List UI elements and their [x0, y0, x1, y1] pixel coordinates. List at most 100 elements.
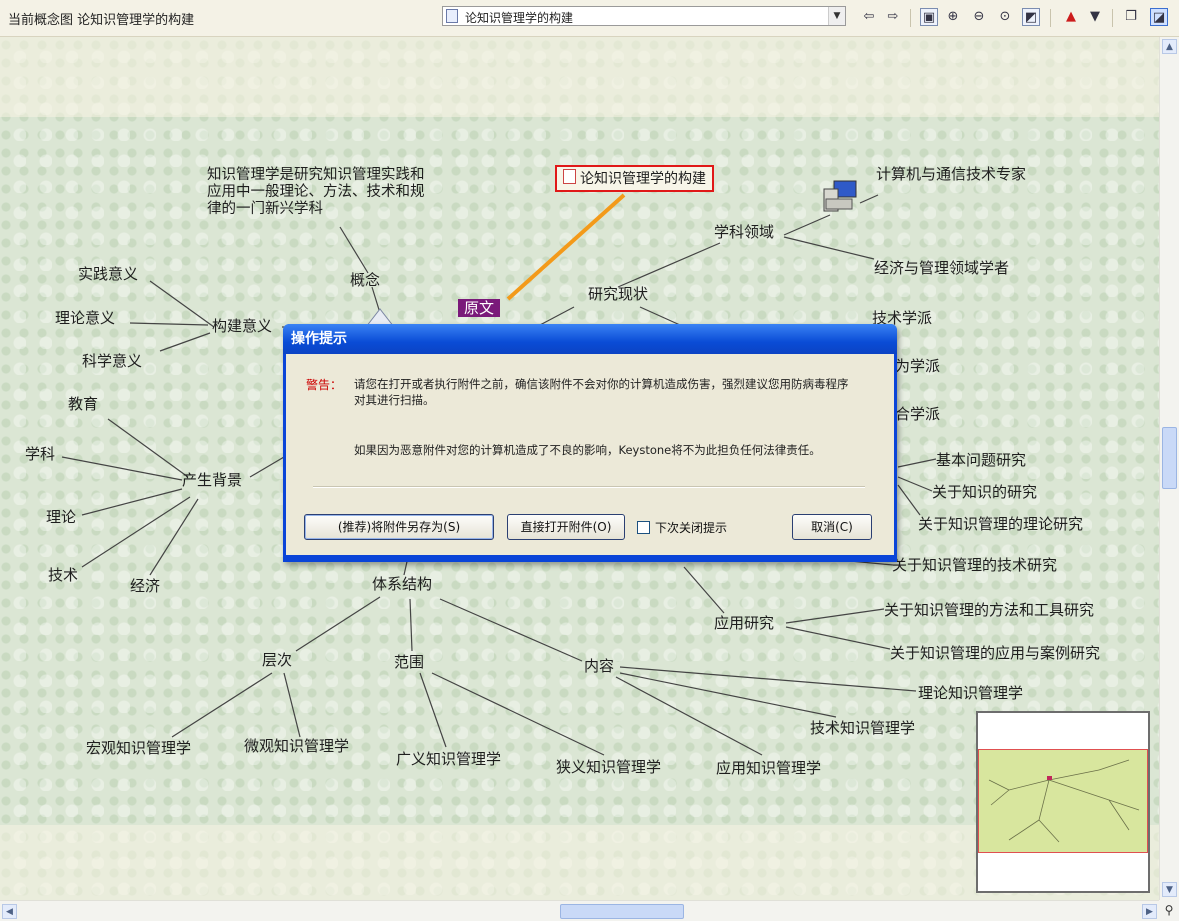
horizontal-scrollbar[interactable]: ◀ ▶	[0, 900, 1159, 921]
field-node[interactable]: 学科领域	[714, 223, 774, 241]
field-item[interactable]: 经济与管理领域学者	[874, 259, 1009, 277]
levels-item[interactable]: 宏观知识管理学	[86, 739, 191, 757]
minimap-viewport[interactable]	[978, 749, 1148, 853]
concept-node[interactable]: 概念	[350, 271, 380, 289]
content-item[interactable]: 理论知识管理学	[918, 684, 1023, 702]
link	[785, 608, 885, 624]
applied-research-node[interactable]: 应用研究	[714, 614, 774, 632]
research-item[interactable]: 基本问题研究	[936, 451, 1026, 469]
select-tool-icon[interactable]: ◩	[1022, 8, 1040, 26]
toolbar-separator	[1050, 9, 1051, 27]
levels-item[interactable]: 微观知识管理学	[244, 737, 349, 755]
field-item[interactable]: 计算机与通信技术专家	[876, 165, 1026, 183]
link	[409, 598, 413, 652]
forward-arrow-icon[interactable]: ⇨	[884, 8, 902, 26]
scroll-left-icon[interactable]: ◀	[2, 904, 17, 919]
overview-toggle-icon[interactable]: ◪	[1150, 8, 1168, 26]
research-item[interactable]: 关于知识管理的方法和工具研究	[884, 601, 1094, 619]
open-attachment-button[interactable]: 直接打开附件(O)	[507, 514, 625, 540]
research-item[interactable]: 关于知识管理的应用与案例研究	[890, 644, 1100, 662]
zoom-corner-icon[interactable]: ⚲	[1159, 900, 1179, 921]
link	[897, 484, 921, 516]
map-selector-dropdown[interactable]: 论知识管理学的构建 ▼	[442, 6, 846, 26]
structure-node[interactable]: 体系结构	[372, 575, 432, 593]
link	[615, 676, 763, 756]
background-item[interactable]: 经济	[130, 577, 160, 595]
horizontal-scroll-thumb[interactable]	[560, 904, 684, 919]
content-item[interactable]: 应用知识管理学	[716, 759, 821, 777]
significance-node[interactable]: 构建意义	[212, 317, 272, 335]
warning-text: 请您在打开或者执行附件之前，确信该附件不会对你的计算机造成伤害，强烈建议您用防病…	[354, 377, 849, 407]
scroll-down-icon[interactable]: ▼	[1162, 882, 1177, 897]
content-item[interactable]: 技术知识管理学	[810, 719, 915, 737]
background-item[interactable]: 教育	[68, 395, 98, 413]
link	[897, 476, 933, 492]
significance-item[interactable]: 理论意义	[55, 309, 115, 327]
link	[639, 306, 681, 326]
status-node[interactable]: 研究现状	[588, 285, 648, 303]
scope-node[interactable]: 范围	[394, 653, 424, 671]
vertical-scrollbar[interactable]: ▲ ▼	[1159, 37, 1179, 900]
minimap-preview	[988, 759, 1140, 843]
levels-node[interactable]: 层次	[262, 651, 292, 669]
dont-show-again-label[interactable]: 下次关闭提示	[655, 519, 727, 536]
link	[619, 672, 837, 718]
link	[617, 242, 721, 288]
link	[539, 306, 575, 326]
toolbar: 当前概念图 论知识管理学的构建 论知识管理学的构建 ▼ ⇦ ⇨ ▣ ⊕ ⊖ ⊙ …	[0, 0, 1179, 37]
back-arrow-icon[interactable]: ⇦	[860, 8, 878, 26]
zoom-out-icon[interactable]: ⊖	[970, 8, 988, 26]
link	[171, 672, 273, 738]
scroll-right-icon[interactable]: ▶	[1142, 904, 1157, 919]
background-item[interactable]: 理论	[46, 508, 76, 526]
original-text-tag[interactable]: 原文	[458, 299, 501, 317]
dialog-title: 操作提示	[283, 324, 897, 354]
definition-node[interactable]: 知识管理学是研究知识管理实践和应用中一般理论、方法、技术和规律的一门新兴学科	[207, 167, 435, 218]
cancel-button[interactable]: 取消(C)	[792, 514, 872, 540]
link	[129, 322, 209, 326]
map-title: 当前概念图 论知识管理学的构建	[8, 13, 195, 28]
link	[785, 626, 891, 650]
link	[149, 498, 199, 576]
scope-item[interactable]: 广义知识管理学	[396, 750, 501, 768]
root-node[interactable]: 论知识管理学的构建	[555, 165, 714, 192]
save-attachment-button[interactable]: (推荐)将附件另存为(S)	[304, 514, 494, 540]
zoom-in-icon[interactable]: ⊕	[944, 8, 962, 26]
link	[431, 672, 605, 756]
fit-window-icon[interactable]: ▣	[920, 8, 938, 26]
research-item[interactable]: 关于知识的研究	[932, 483, 1037, 501]
link	[371, 286, 381, 314]
significance-item[interactable]: 科学意义	[82, 352, 142, 370]
link	[61, 456, 183, 481]
map-selector-value: 论知识管理学的构建	[465, 11, 574, 25]
zoom-actual-icon[interactable]: ⊙	[996, 8, 1014, 26]
window-icon[interactable]: ❐	[1122, 8, 1140, 26]
content-node[interactable]: 内容	[584, 657, 614, 675]
chevron-down-icon[interactable]: ▼	[828, 7, 845, 25]
document-icon	[563, 169, 576, 184]
link	[149, 280, 215, 328]
move-down-icon[interactable]: ▼	[1086, 8, 1104, 26]
overview-minimap[interactable]	[976, 711, 1150, 893]
link	[439, 598, 583, 662]
scroll-up-icon[interactable]: ▲	[1162, 39, 1177, 54]
significance-item[interactable]: 实践意义	[78, 265, 138, 283]
dont-show-again-checkbox[interactable]	[637, 521, 650, 534]
computer-icon	[823, 180, 857, 212]
vertical-scroll-thumb[interactable]	[1162, 427, 1177, 489]
background-item[interactable]: 学科	[25, 445, 55, 463]
warning-label: 警告：	[306, 378, 343, 392]
link	[419, 672, 447, 748]
background-item[interactable]: 技术	[48, 566, 78, 584]
link	[295, 596, 381, 652]
research-item[interactable]: 关于知识管理的理论研究	[918, 515, 1083, 533]
toolbar-separator	[1112, 9, 1113, 27]
document-icon	[446, 9, 458, 23]
background-node[interactable]: 产生背景	[182, 471, 242, 489]
link	[159, 332, 211, 352]
link	[783, 236, 875, 260]
move-up-icon[interactable]: ▲	[1062, 8, 1080, 26]
scope-item[interactable]: 狭义知识管理学	[556, 758, 661, 776]
dialog-body: 警告： 请您在打开或者执行附件之前，确信该附件不会对你的计算机造成伤害，强烈建议…	[286, 354, 894, 555]
research-item[interactable]: 关于知识管理的技术研究	[892, 556, 1057, 574]
